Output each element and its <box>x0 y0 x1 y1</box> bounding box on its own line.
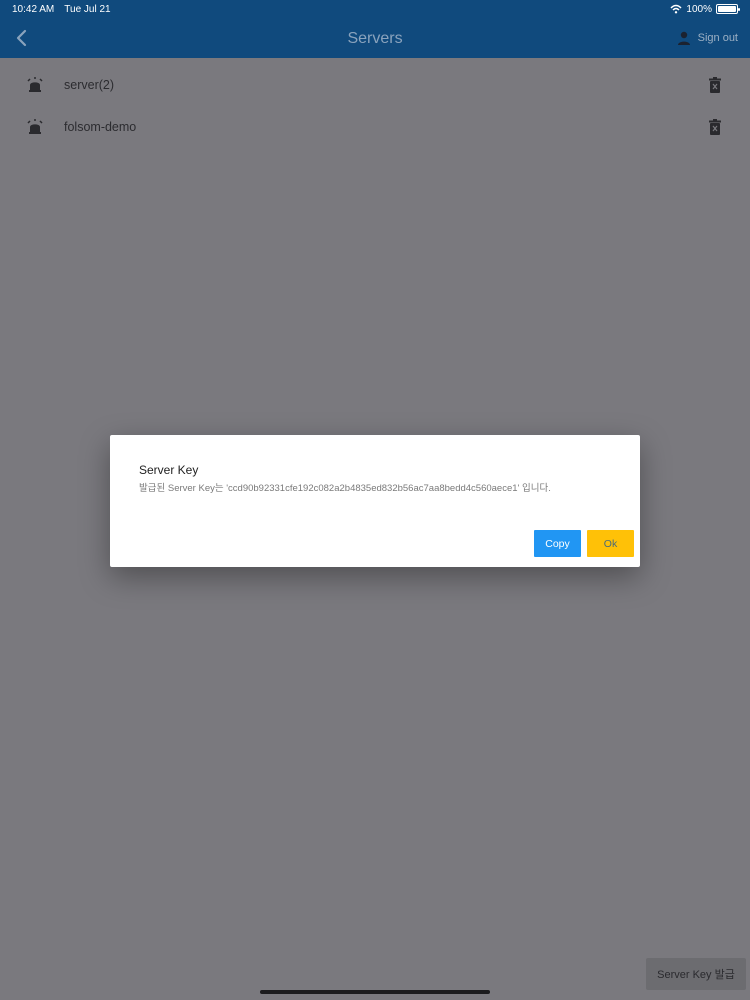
sign-out-label: Sign out <box>697 32 738 44</box>
status-bar: 10:42 AM Tue Jul 21 100% <box>0 0 750 18</box>
server-list: server(2) folsom-demo <box>0 58 750 148</box>
person-icon <box>677 31 690 45</box>
alarm-icon <box>27 119 43 134</box>
sign-out-button[interactable]: Sign out <box>676 30 738 46</box>
battery-percent: 100% <box>686 3 712 15</box>
status-time: 10:42 AM <box>12 3 55 15</box>
server-name: server(2) <box>64 78 115 92</box>
dialog-actions: Copy Ok <box>534 530 634 557</box>
page-title: Servers <box>347 30 403 47</box>
list-item[interactable]: server(2) <box>0 64 750 106</box>
issue-server-key-button[interactable]: Server Key 발급 <box>646 958 746 990</box>
copy-button[interactable]: Copy <box>534 530 581 557</box>
server-key-dialog: Server Key 발급된 Server Key는 'ccd90b92331c… <box>110 435 640 567</box>
dialog-title: Server Key <box>139 463 199 477</box>
alarm-icon <box>27 77 43 92</box>
status-date: Tue Jul 21 <box>64 3 111 15</box>
home-indicator <box>260 990 490 994</box>
trash-icon[interactable] <box>708 119 722 135</box>
list-item[interactable]: folsom-demo <box>0 106 750 148</box>
server-name: folsom-demo <box>64 120 137 134</box>
battery-icon <box>716 4 740 14</box>
ok-button[interactable]: Ok <box>587 530 634 557</box>
wifi-icon <box>670 4 682 14</box>
dialog-message: 발급된 Server Key는 'ccd90b92331cfe192c082a2… <box>139 483 551 494</box>
trash-icon[interactable] <box>708 77 722 93</box>
